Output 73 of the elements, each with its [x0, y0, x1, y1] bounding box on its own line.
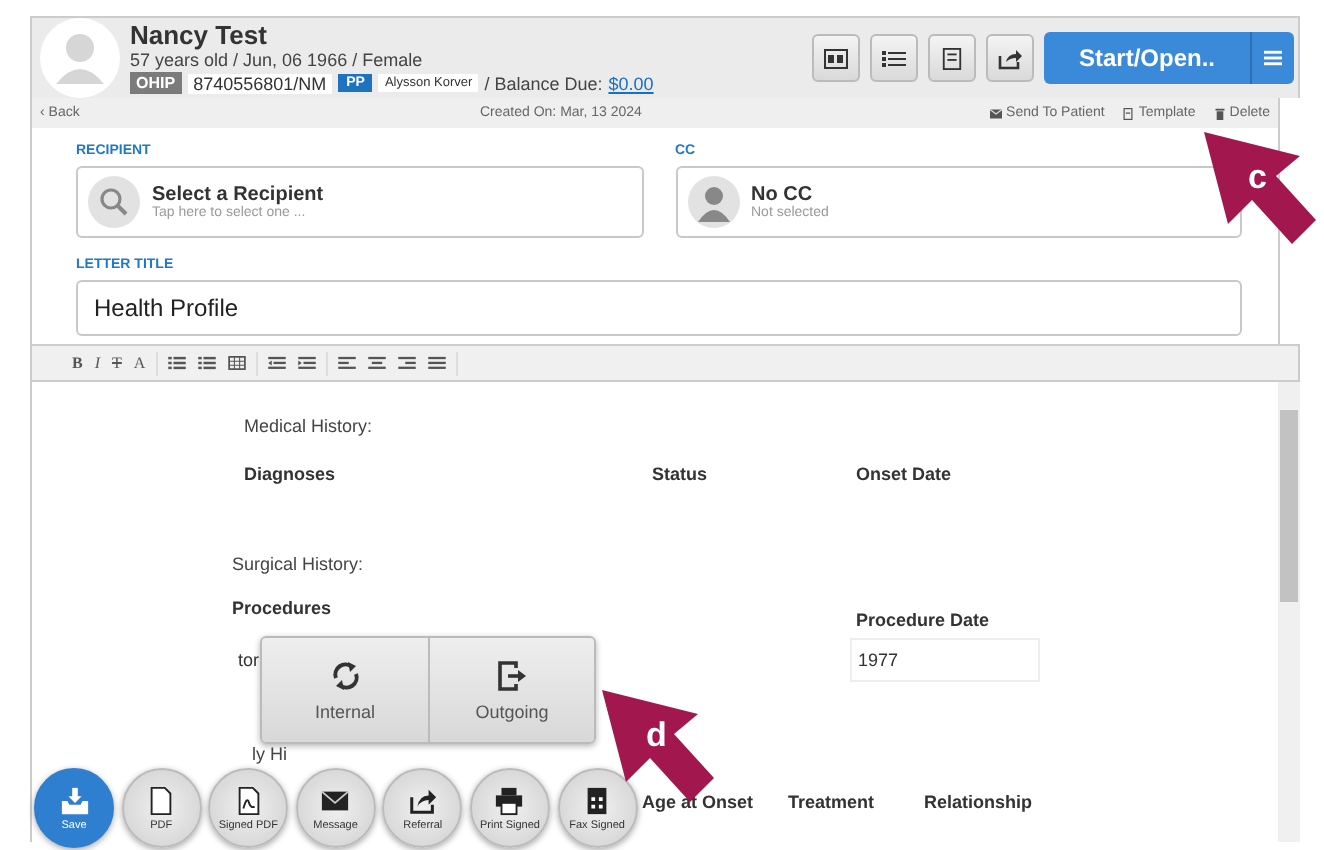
indent-tool[interactable] [293, 351, 320, 375]
envelope-icon [320, 785, 351, 815]
left-icon [337, 356, 356, 370]
table-tool[interactable] [223, 351, 250, 375]
health-number: 8740556801/NM [187, 73, 333, 93]
left-tool[interactable] [333, 351, 360, 375]
menu-icon [1264, 50, 1282, 66]
ul-icon [167, 356, 186, 370]
envelope-icon [990, 107, 1003, 119]
share-icon [407, 785, 438, 815]
column-heading: Status [652, 464, 710, 484]
download-tray-icon [59, 785, 89, 815]
center-tool[interactable] [363, 351, 390, 375]
justify-icon [427, 356, 446, 370]
trash-icon [1213, 107, 1226, 119]
bold-tool[interactable]: B [68, 351, 87, 375]
signed-file-icon [233, 785, 264, 815]
ul-tool[interactable] [163, 351, 190, 375]
center-icon [367, 356, 386, 370]
card-button[interactable] [812, 34, 860, 82]
strike-tool[interactable]: T [108, 351, 126, 375]
color-tool[interactable]: A [129, 351, 150, 375]
right-tool[interactable] [393, 351, 420, 375]
search-icon [88, 176, 140, 228]
callout-arrow-icon [1200, 128, 1320, 248]
right-icon [397, 356, 416, 370]
doc-button[interactable] [928, 34, 976, 82]
cc-title: No CC [751, 184, 813, 206]
document-icon [1122, 107, 1135, 119]
italic-tool[interactable]: I [90, 351, 105, 375]
balance-link[interactable]: $0.00 [608, 73, 654, 93]
document-icon [940, 47, 964, 69]
share-button[interactable] [986, 34, 1034, 82]
table-cell-text: tor [236, 648, 260, 674]
callout-label: c [1248, 158, 1267, 198]
section-heading: Surgical History: [232, 554, 366, 574]
column-heading: Relationship [924, 792, 1033, 812]
column-heading: Onset Date [856, 464, 952, 484]
section-heading: ly Hi [252, 744, 289, 764]
ol-icon [197, 356, 216, 370]
column-heading: Treatment [788, 792, 877, 812]
justify-tool[interactable] [423, 351, 450, 375]
id-card-icon [824, 47, 848, 69]
balance-label: / Balance Due: [484, 73, 603, 93]
section-heading: Medical History: [244, 416, 375, 436]
start-open-button[interactable]: Start/Open.. [1044, 32, 1250, 84]
share-icon [998, 47, 1022, 69]
person-icon [687, 176, 739, 228]
outdent-tool[interactable] [263, 351, 290, 375]
menu-button[interactable] [1250, 32, 1294, 84]
patient-name: Nancy Test [130, 22, 269, 50]
printer-icon [494, 785, 525, 815]
exit-icon [496, 659, 528, 691]
list-button[interactable] [870, 34, 918, 82]
table-icon [227, 356, 246, 370]
ol-tool[interactable] [193, 351, 220, 375]
outgoing-button[interactable]: Outgoing [428, 638, 594, 742]
sync-icon [329, 659, 361, 691]
callout-label: d [646, 716, 667, 756]
list-icon [882, 47, 906, 69]
internal-button[interactable]: Internal [262, 638, 428, 742]
file-icon [146, 785, 177, 815]
letter-title-field[interactable]: Health Profile [76, 280, 1242, 336]
column-heading: Diagnoses [244, 464, 338, 484]
outdent-icon [267, 356, 286, 370]
patient-details: 57 years old / Jun, 06 1966 / Female [130, 50, 425, 70]
recipient-title: Select a Recipient [152, 184, 324, 206]
column-heading: Procedure Date [856, 610, 990, 630]
indent-icon [297, 356, 316, 370]
table-cell: 1977 [850, 638, 1040, 682]
column-heading: Procedures [232, 598, 334, 618]
scrollbar[interactable] [1278, 382, 1300, 842]
insurance-label: OHIP [130, 72, 182, 94]
